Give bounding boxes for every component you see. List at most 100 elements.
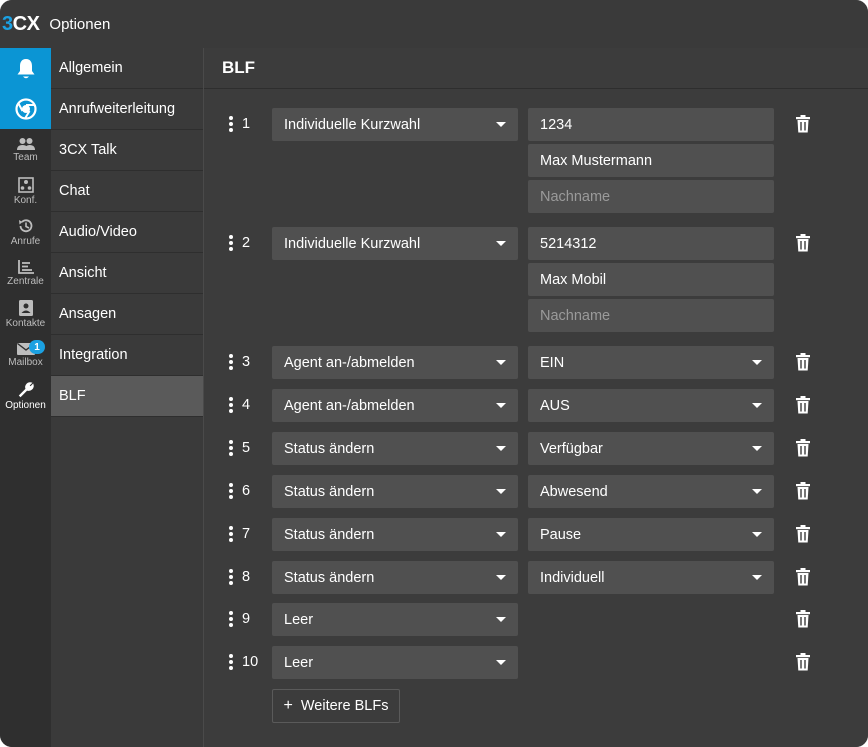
blf-value-text: EIN xyxy=(540,354,565,371)
nav-switchboard[interactable]: Zentrale xyxy=(0,252,51,293)
menu-item-chat[interactable]: Chat xyxy=(51,171,203,212)
window-title: Optionen xyxy=(49,15,111,33)
blf-type-select[interactable]: Agent an-/abmelden xyxy=(272,346,518,379)
nav-conference-label: Konf. xyxy=(13,194,38,206)
drag-handle-icon[interactable] xyxy=(228,654,234,670)
history-icon xyxy=(18,218,32,232)
notifications-button[interactable] xyxy=(0,48,51,89)
blf-firstname-field[interactable]: Max Mustermann xyxy=(528,144,774,177)
drag-handle-icon[interactable] xyxy=(228,116,234,132)
drag-handle-icon[interactable] xyxy=(228,235,234,251)
icon-sidebar: Team Konf. Anrufe Zentrale Kontakte Mail… xyxy=(0,48,51,747)
trash-icon[interactable] xyxy=(795,482,811,500)
blf-type-value: Individuelle Kurzwahl xyxy=(284,235,421,252)
drag-handle-icon[interactable] xyxy=(228,354,234,370)
menu-item-integration[interactable]: Integration xyxy=(51,335,203,376)
blf-value-text: Verfügbar xyxy=(540,440,603,457)
blf-lastname-field[interactable]: Nachname xyxy=(528,180,774,213)
drag-handle-icon[interactable] xyxy=(228,483,234,499)
blf-number-field[interactable]: 5214312 xyxy=(528,227,774,260)
logo-cx: CX xyxy=(12,12,40,35)
trash-icon[interactable] xyxy=(795,439,811,457)
blf-value-select[interactable]: AUS xyxy=(528,389,774,422)
blf-lastname-field[interactable]: Nachname xyxy=(528,299,774,332)
trash-icon[interactable] xyxy=(795,653,811,671)
contacts-icon xyxy=(18,299,33,316)
blf-firstname-field[interactable]: Max Mobil xyxy=(528,263,774,296)
nav-calls[interactable]: Anrufe xyxy=(0,211,51,252)
menu-item-anrufweiterleitung[interactable]: Anrufweiterleitung xyxy=(51,89,203,130)
nav-mailbox[interactable]: Mailbox 1 xyxy=(0,334,51,375)
trash-icon[interactable] xyxy=(795,115,811,133)
trash-icon[interactable] xyxy=(795,396,811,414)
blf-type-select[interactable]: Leer xyxy=(272,603,518,636)
caret-down-icon xyxy=(752,403,762,408)
blf-type-select[interactable]: Individuelle Kurzwahl xyxy=(272,108,518,141)
trash-icon[interactable] xyxy=(795,610,811,628)
blf-type-select[interactable]: Leer xyxy=(272,646,518,679)
blf-type-select[interactable]: Individuelle Kurzwahl xyxy=(272,227,518,260)
blf-type-select[interactable]: Status ändern xyxy=(272,475,518,508)
blf-row-number: 10 xyxy=(242,654,259,670)
nav-contacts[interactable]: Kontakte xyxy=(0,293,51,334)
caret-down-icon xyxy=(496,446,506,451)
page-title: BLF xyxy=(204,48,868,89)
menu-item-ansagen[interactable]: Ansagen xyxy=(51,294,203,335)
menu-item-audio-video[interactable]: Audio/Video xyxy=(51,212,203,253)
add-blf-button[interactable]: + Weitere BLFs xyxy=(272,689,400,723)
menu-item-3cx-talk[interactable]: 3CX Talk xyxy=(51,130,203,171)
menu-item-blf[interactable]: BLF xyxy=(51,376,203,417)
blf-type-value: Individuelle Kurzwahl xyxy=(284,116,421,133)
nav-contacts-label: Kontakte xyxy=(5,317,46,329)
menu-item-ansicht[interactable]: Ansicht xyxy=(51,253,203,294)
caret-down-icon xyxy=(496,489,506,494)
settings-menu: Allgemein Anrufweiterleitung 3CX Talk Ch… xyxy=(51,48,204,747)
add-blf-label: Weitere BLFs xyxy=(300,698,389,714)
nav-conference[interactable]: Konf. xyxy=(0,170,51,211)
drag-handle-icon[interactable] xyxy=(228,397,234,413)
drag-handle-icon[interactable] xyxy=(228,569,234,585)
blf-value-select[interactable]: Pause xyxy=(528,518,774,551)
blf-value-select[interactable]: Abwesend xyxy=(528,475,774,508)
blf-number-field[interactable]: 1234 xyxy=(528,108,774,141)
blf-type-select[interactable]: Status ändern xyxy=(272,432,518,465)
blf-row-number: 7 xyxy=(242,526,251,542)
blf-value-select[interactable]: Verfügbar xyxy=(528,432,774,465)
blf-type-value: Agent an-/abmelden xyxy=(284,354,415,371)
blf-type-value: Status ändern xyxy=(284,526,375,543)
trash-icon[interactable] xyxy=(795,234,811,252)
blf-row-number: 9 xyxy=(242,611,251,627)
blf-type-select[interactable]: Status ändern xyxy=(272,561,518,594)
blf-row-number: 3 xyxy=(242,354,251,370)
nav-team[interactable]: Team xyxy=(0,129,51,170)
blf-value-select[interactable]: Individuell xyxy=(528,561,774,594)
caret-down-icon xyxy=(496,660,506,665)
drag-handle-icon[interactable] xyxy=(228,611,234,627)
blf-value-select[interactable]: EIN xyxy=(528,346,774,379)
blf-type-select[interactable]: Status ändern xyxy=(272,518,518,551)
blf-value-text: Individuell xyxy=(540,569,605,586)
caret-down-icon xyxy=(752,446,762,451)
nav-calls-label: Anrufe xyxy=(10,235,41,247)
blf-value-text: Abwesend xyxy=(540,483,608,500)
blf-row-number: 2 xyxy=(242,235,251,251)
wrench-icon xyxy=(18,381,34,397)
trash-icon[interactable] xyxy=(795,353,811,371)
caret-down-icon xyxy=(752,532,762,537)
blf-row-number: 8 xyxy=(242,569,251,585)
blf-value-text: Pause xyxy=(540,526,582,543)
menu-item-allgemein[interactable]: Allgemein xyxy=(51,48,203,89)
drag-handle-icon[interactable] xyxy=(228,440,234,456)
caret-down-icon xyxy=(752,489,762,494)
trash-icon[interactable] xyxy=(795,525,811,543)
blf-row-number: 4 xyxy=(242,397,251,413)
blf-row-number: 5 xyxy=(242,440,251,456)
trash-icon[interactable] xyxy=(795,568,811,586)
drag-handle-icon[interactable] xyxy=(228,526,234,542)
chrome-extension-button[interactable] xyxy=(0,89,51,129)
blf-type-select[interactable]: Agent an-/abmelden xyxy=(272,389,518,422)
caret-down-icon xyxy=(496,360,506,365)
team-icon xyxy=(16,137,35,150)
nav-options[interactable]: Optionen xyxy=(0,375,51,416)
caret-down-icon xyxy=(496,617,506,622)
